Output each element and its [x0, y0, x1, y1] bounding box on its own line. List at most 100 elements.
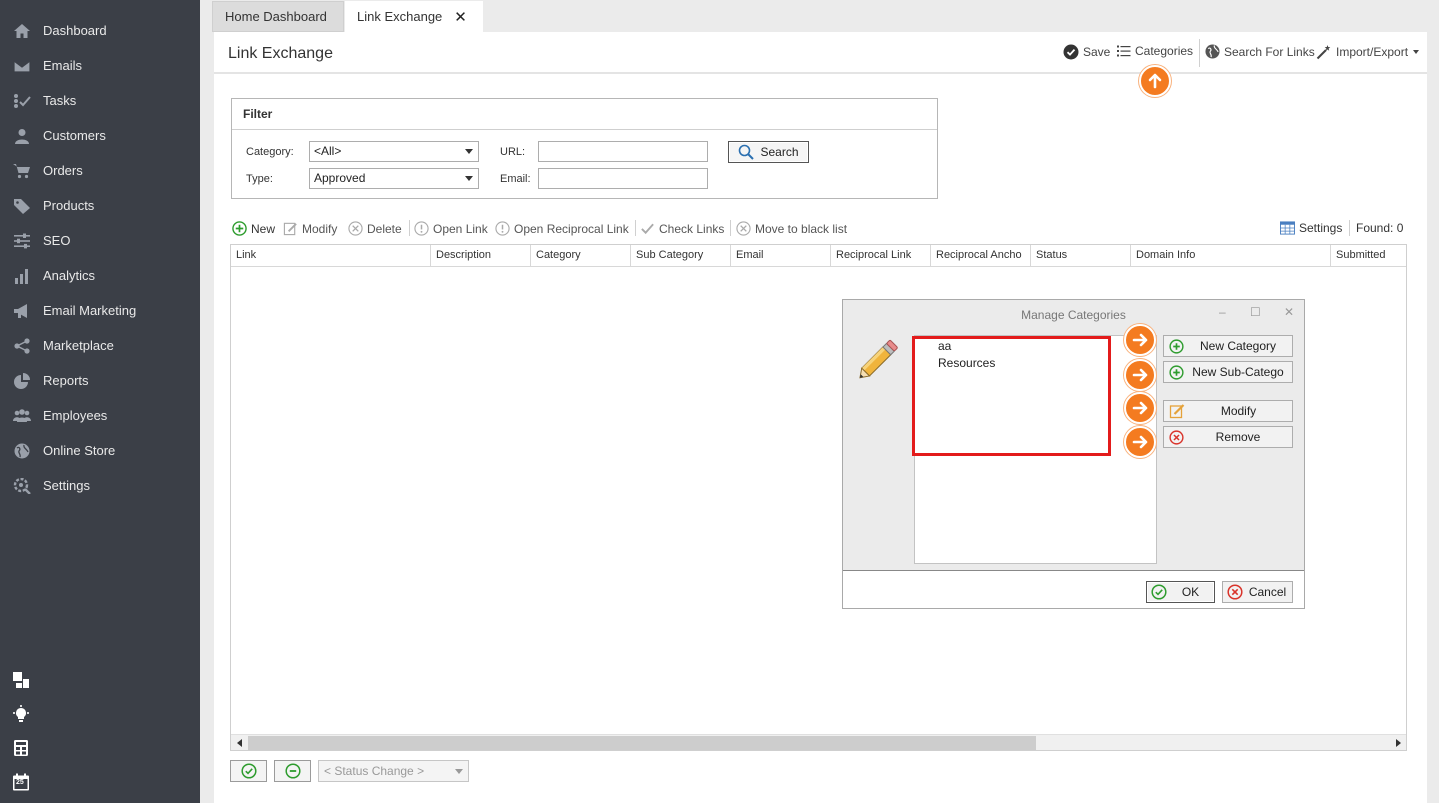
approve-button[interactable]	[230, 760, 267, 782]
sidebar-item-label: Analytics	[43, 268, 96, 283]
save-label: Save	[1083, 45, 1111, 59]
home-icon	[11, 23, 33, 39]
column-header-status[interactable]: Status	[1031, 245, 1131, 267]
sidebar-item-analytics[interactable]: Analytics	[0, 258, 200, 293]
scroll-right-icon[interactable]	[1390, 735, 1406, 751]
save-button[interactable]: Save	[1063, 44, 1110, 60]
ok-button[interactable]: OK	[1146, 581, 1215, 603]
maximize-icon[interactable]: ☐	[1250, 305, 1261, 319]
status-change-select[interactable]: < Status Change >	[318, 760, 469, 782]
column-header-reciprocal-link[interactable]: Reciprocal Link	[831, 245, 931, 267]
new-label: New	[251, 221, 276, 236]
toolbar-divider	[730, 220, 731, 236]
toolbar-divider	[635, 220, 636, 236]
highlight-box	[912, 336, 1111, 456]
sidebar-item-products[interactable]: Products	[0, 188, 200, 223]
column-header-category[interactable]: Category	[531, 245, 631, 267]
column-header-email[interactable]: Email	[731, 245, 831, 267]
search-label: Search	[760, 145, 799, 159]
column-header-domain-info[interactable]: Domain Info	[1131, 245, 1331, 267]
dialog-title: Manage Categories	[1021, 308, 1126, 322]
modify-button[interactable]: Modify	[283, 221, 337, 236]
gear-search-icon	[11, 477, 33, 494]
column-header-description[interactable]: Description	[431, 245, 531, 267]
x-circle-icon	[1169, 429, 1184, 445]
toolbar-divider	[409, 220, 410, 236]
grid-settings-button[interactable]: Settings	[1280, 221, 1342, 235]
sidebar-item-dashboard[interactable]: Dashboard	[0, 13, 200, 48]
list-icon	[1117, 45, 1131, 57]
column-header-reciprocal-anchor[interactable]: Reciprocal Ancho	[931, 245, 1031, 267]
open-reciprocal-label: Open Reciprocal Link	[514, 221, 629, 236]
filter-divider	[232, 129, 937, 130]
email-input[interactable]	[538, 168, 708, 189]
scroll-left-icon[interactable]	[231, 735, 247, 751]
tab-home-dashboard[interactable]: Home Dashboard	[212, 1, 344, 32]
sidebar-item-reports[interactable]: Reports	[0, 363, 200, 398]
category-label: Category:	[246, 146, 294, 158]
column-header-sub-category[interactable]: Sub Category	[631, 245, 731, 267]
sidebar-item-marketplace[interactable]: Marketplace	[0, 328, 200, 363]
calculator-icon[interactable]	[11, 738, 31, 758]
sidebar-item-tasks[interactable]: Tasks	[0, 83, 200, 118]
calendar-icon[interactable]: 25	[11, 772, 31, 792]
sidebar-item-orders[interactable]: Orders	[0, 153, 200, 188]
delete-button[interactable]: Delete	[348, 221, 402, 236]
check-links-label: Check Links	[659, 221, 725, 236]
search-for-links-button[interactable]: Search For Links	[1205, 44, 1315, 59]
found-count: Found: 0	[1356, 221, 1404, 235]
sidebar-item-emails[interactable]: Emails	[0, 48, 200, 83]
cancel-label: Cancel	[1248, 585, 1287, 599]
close-icon[interactable]: ✕	[1284, 305, 1294, 319]
sidebar-item-online-store[interactable]: Online Store	[0, 433, 200, 468]
open-link-button[interactable]: Open Link	[414, 221, 488, 236]
column-header-submitted[interactable]: Submitted	[1331, 245, 1406, 267]
sidebar-item-employees[interactable]: Employees	[0, 398, 200, 433]
minimize-icon[interactable]: –	[1219, 305, 1226, 319]
magic-wand-icon	[1316, 45, 1331, 60]
pencil-icon	[859, 340, 898, 379]
sidebar-item-email-marketing[interactable]: Email Marketing	[0, 293, 200, 328]
tab-link-exchange[interactable]: Link Exchange ✕	[345, 1, 483, 32]
check-circle-icon	[1063, 44, 1079, 60]
x-circle-icon	[348, 221, 363, 236]
import-export-button[interactable]: Import/Export	[1316, 44, 1420, 60]
sidebar-item-customers[interactable]: Customers	[0, 118, 200, 153]
reject-button[interactable]	[274, 760, 311, 782]
layout-icon[interactable]	[11, 670, 31, 690]
sidebar-item-settings[interactable]: Settings	[0, 468, 200, 503]
sidebar-item-label: Settings	[43, 478, 90, 493]
cancel-button[interactable]: Cancel	[1222, 581, 1293, 603]
caret-down-icon	[1413, 50, 1420, 54]
info-circle-icon	[414, 221, 429, 236]
url-input[interactable]	[538, 141, 708, 162]
search-button[interactable]: Search	[728, 141, 809, 163]
modify-category-button[interactable]: Modify	[1163, 400, 1293, 422]
remove-category-button[interactable]: Remove	[1163, 426, 1293, 448]
check-links-button[interactable]: Check Links	[640, 221, 724, 236]
globe-icon	[1205, 44, 1220, 59]
new-category-button[interactable]: New Category	[1163, 335, 1293, 357]
category-select[interactable]: <All>	[309, 141, 479, 162]
open-reciprocal-link-button[interactable]: Open Reciprocal Link	[495, 221, 629, 236]
remove-category-label: Remove	[1215, 430, 1261, 444]
sidebar-item-seo[interactable]: SEO	[0, 223, 200, 258]
open-link-label: Open Link	[433, 221, 488, 236]
move-to-black-list-button[interactable]: Move to black list	[736, 221, 847, 236]
horizontal-scrollbar[interactable]	[231, 734, 1406, 750]
user-icon	[11, 128, 33, 144]
arrow-right-icon	[1124, 359, 1156, 391]
envelope-icon	[11, 58, 33, 74]
type-select[interactable]: Approved	[309, 168, 479, 189]
new-subcategory-button[interactable]: New Sub-Catego	[1163, 361, 1293, 383]
lightbulb-icon[interactable]	[11, 704, 31, 724]
scrollbar-thumb[interactable]	[248, 736, 1036, 750]
close-icon[interactable]: ✕	[454, 8, 467, 26]
new-button[interactable]: New	[232, 221, 275, 236]
x-circle-icon	[1227, 584, 1243, 600]
column-header-link[interactable]: Link	[231, 245, 431, 267]
categories-button[interactable]: Categories	[1117, 44, 1193, 58]
check-circle-icon	[240, 763, 257, 779]
new-category-label: New Category	[1199, 339, 1277, 353]
arrow-right-icon	[1124, 392, 1156, 424]
